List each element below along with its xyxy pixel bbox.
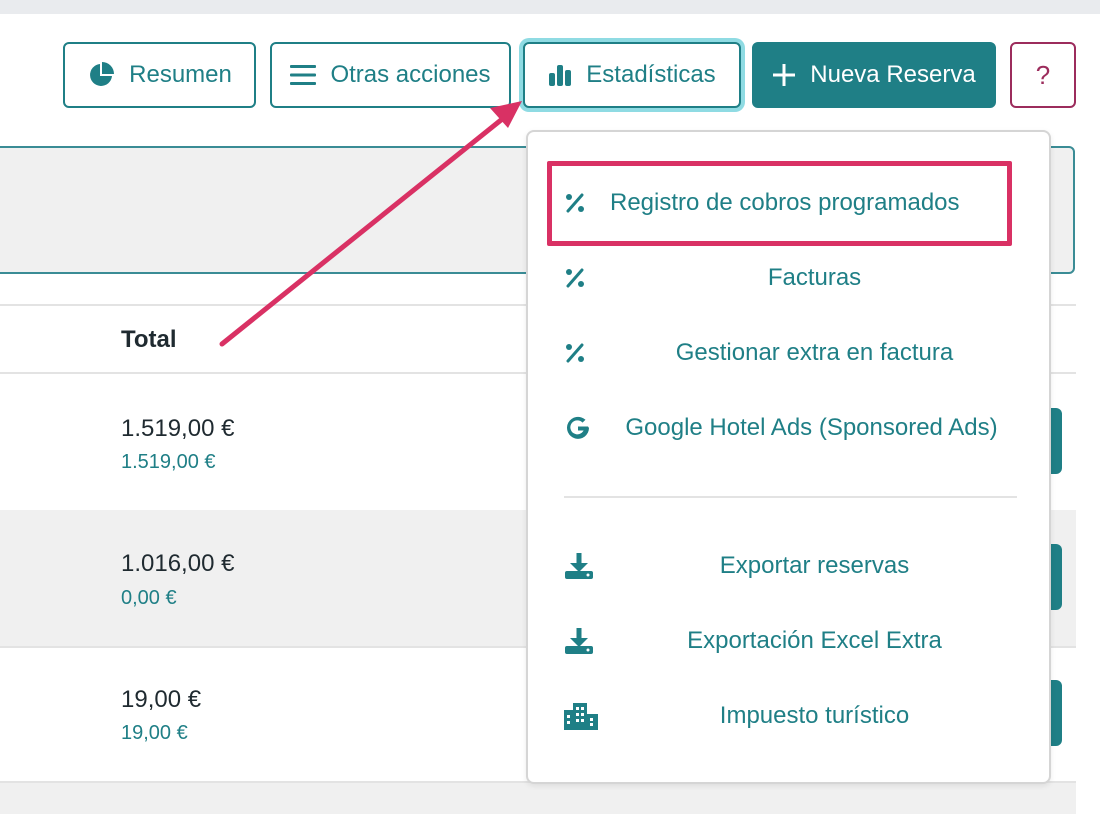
annotation-arrow (219, 101, 522, 347)
